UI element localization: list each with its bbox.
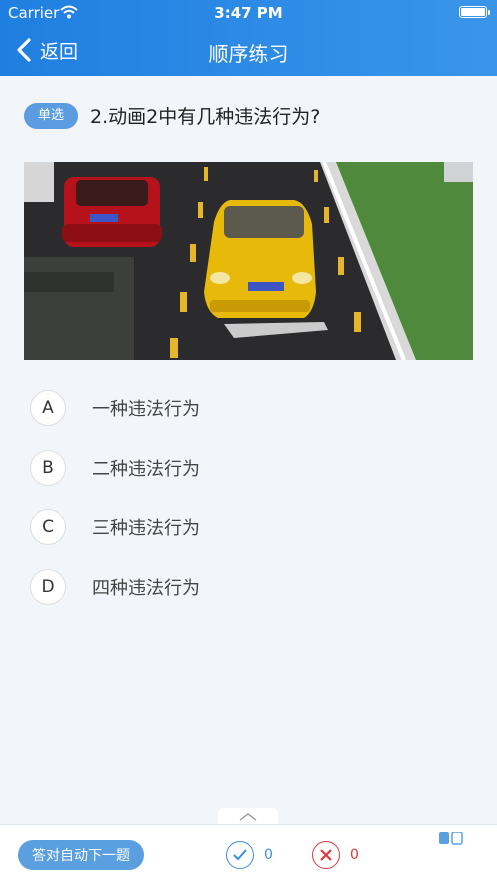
option-letter: B [30, 450, 66, 486]
option-c[interactable]: C 三种违法行为 [30, 509, 200, 545]
option-letter: C [30, 509, 66, 545]
option-text: 四种违法行为 [92, 578, 200, 599]
option-text: 二种违法行为 [92, 459, 200, 480]
status-time: 3:47 PM [214, 4, 283, 22]
page-title: 顺序练习 [208, 42, 289, 66]
battery-icon [459, 6, 490, 18]
option-text: 三种违法行为 [92, 518, 200, 539]
traffic-scene-illustration [24, 162, 473, 360]
option-d[interactable]: D 四种违法行为 [30, 569, 200, 605]
option-text: 一种违法行为 [92, 399, 200, 420]
cross-icon [312, 841, 340, 869]
auto-next-toggle[interactable]: 答对自动下一题 [18, 840, 144, 870]
chevron-up-icon [239, 813, 257, 821]
question-text: 2.动画2中有几种违法行为? [90, 106, 321, 128]
wrong-count: 0 [350, 847, 359, 863]
wrong-count-button[interactable]: 0 [312, 841, 359, 869]
check-icon [226, 841, 254, 869]
question-image [24, 162, 473, 360]
option-letter: D [30, 569, 66, 605]
option-letter: A [30, 390, 66, 426]
question-type-badge: 单选 [24, 102, 79, 129]
option-a[interactable]: A 一种违法行为 [30, 390, 200, 426]
correct-count-button[interactable]: 0 [226, 841, 273, 869]
correct-count: 0 [264, 847, 273, 863]
bottom-bar: 答对自动下一题 0 0 [0, 824, 497, 884]
header-bar: Carrier 3:47 PM 返回 顺序练习 [0, 0, 497, 76]
question-grid-icon[interactable] [439, 832, 463, 846]
status-bar: Carrier 3:47 PM [0, 0, 497, 26]
option-b[interactable]: B 二种违法行为 [30, 450, 200, 486]
question-header: 单选 2.动画2中有几种违法行为? [24, 102, 320, 129]
